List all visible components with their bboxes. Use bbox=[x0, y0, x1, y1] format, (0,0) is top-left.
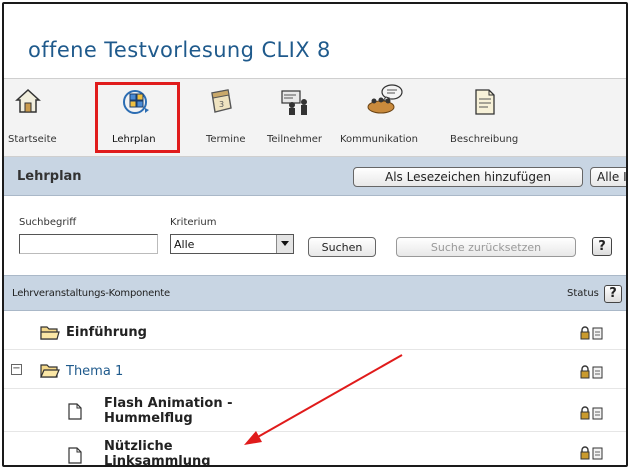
help-icon[interactable]: ? bbox=[592, 237, 612, 256]
house-icon bbox=[15, 88, 41, 113]
curriculum-icon bbox=[123, 90, 149, 114]
list-item[interactable]: Einführung bbox=[4, 312, 626, 350]
status-icons bbox=[580, 325, 604, 344]
search-input[interactable] bbox=[19, 234, 158, 254]
column-header-status: Status bbox=[567, 288, 599, 299]
status-icons bbox=[580, 364, 604, 383]
item-label-line1: Flash Animation - bbox=[104, 396, 233, 411]
nav-label-startseite: Startseite bbox=[8, 134, 57, 145]
title-bar: offene Testvorlesung CLIX 8 bbox=[4, 4, 626, 78]
item-label[interactable]: Flash Animation - Hummelflug bbox=[104, 396, 233, 426]
search-button[interactable]: Suchen bbox=[308, 237, 376, 257]
item-label[interactable]: Thema 1 bbox=[66, 364, 123, 379]
lock-icon bbox=[580, 326, 603, 340]
app-window: offene Testvorlesung CLIX 8 Startseite L… bbox=[2, 2, 628, 467]
item-label[interactable]: Nützliche Linksammlung bbox=[104, 439, 211, 467]
reset-search-button[interactable]: Suche zurücksetzen bbox=[396, 237, 576, 257]
status-icons bbox=[580, 445, 604, 464]
nav-startseite[interactable]: Startseite bbox=[4, 79, 57, 156]
description-icon bbox=[475, 89, 495, 115]
course-title: offene Testvorlesung CLIX 8 bbox=[28, 38, 331, 62]
nav-lehrplan[interactable]: Lehrplan bbox=[99, 79, 179, 156]
chevron-down-icon[interactable] bbox=[276, 235, 293, 253]
nav-beschreibung[interactable]: Beschreibung bbox=[448, 79, 528, 156]
participants-icon bbox=[281, 90, 307, 115]
item-label-line2: Hummelflug bbox=[104, 411, 193, 426]
open-folder-icon bbox=[40, 364, 60, 378]
item-label[interactable]: Einführung bbox=[66, 325, 147, 340]
calendar-icon: 3 bbox=[211, 89, 232, 113]
nav-label-beschreibung: Beschreibung bbox=[450, 134, 519, 145]
criterion-label: Kriterium bbox=[170, 217, 217, 228]
list-item[interactable]: Nützliche Linksammlung bbox=[4, 433, 626, 467]
section-title: Lehrplan bbox=[17, 169, 82, 184]
communication-icon bbox=[367, 84, 403, 114]
status-icons bbox=[580, 405, 604, 424]
all-button[interactable]: Alle I bbox=[590, 167, 626, 187]
document-icon bbox=[68, 403, 82, 420]
list-item[interactable]: − Thema 1 bbox=[4, 351, 626, 389]
nav-label-kommunikation: Kommunikation bbox=[340, 134, 419, 145]
main-navigation: Startseite Lehrplan 3 Termine Teilnehmer… bbox=[4, 78, 626, 157]
section-header: Lehrplan Als Lesezeichen hinzufügen Alle… bbox=[4, 157, 626, 196]
svg-text:3: 3 bbox=[219, 100, 224, 109]
item-label-line2: Linksammlung bbox=[104, 454, 211, 467]
nav-label-lehrplan: Lehrplan bbox=[112, 134, 156, 145]
search-panel: Suchbegriff Kriterium Alle Suchen Suche … bbox=[4, 197, 626, 273]
list-item[interactable]: Flash Animation - Hummelflug bbox=[4, 390, 626, 432]
collapse-toggle-icon[interactable]: − bbox=[11, 364, 22, 375]
nav-label-termine: Termine bbox=[206, 134, 246, 145]
document-icon bbox=[68, 447, 82, 464]
column-header-component: Lehrveranstaltungs-Komponente bbox=[12, 288, 170, 299]
criterion-select[interactable]: Alle bbox=[170, 234, 294, 254]
lock-icon bbox=[580, 406, 603, 420]
search-term-label: Suchbegriff bbox=[19, 217, 77, 228]
folder-icon bbox=[40, 326, 60, 340]
criterion-select-value: Alle bbox=[174, 238, 195, 251]
nav-teilnehmer[interactable]: Teilnehmer bbox=[262, 79, 332, 156]
lock-icon bbox=[580, 446, 603, 460]
add-bookmark-button[interactable]: Als Lesezeichen hinzufügen bbox=[353, 167, 583, 187]
lock-icon bbox=[580, 365, 603, 379]
table-header: Lehrveranstaltungs-Komponente Status ? bbox=[4, 275, 626, 311]
nav-kommunikation[interactable]: Kommunikation bbox=[340, 79, 438, 156]
nav-termine[interactable]: 3 Termine bbox=[194, 79, 254, 156]
status-help-icon[interactable]: ? bbox=[604, 285, 622, 303]
item-label-line1: Nützliche bbox=[104, 439, 173, 454]
nav-label-teilnehmer: Teilnehmer bbox=[267, 134, 322, 145]
